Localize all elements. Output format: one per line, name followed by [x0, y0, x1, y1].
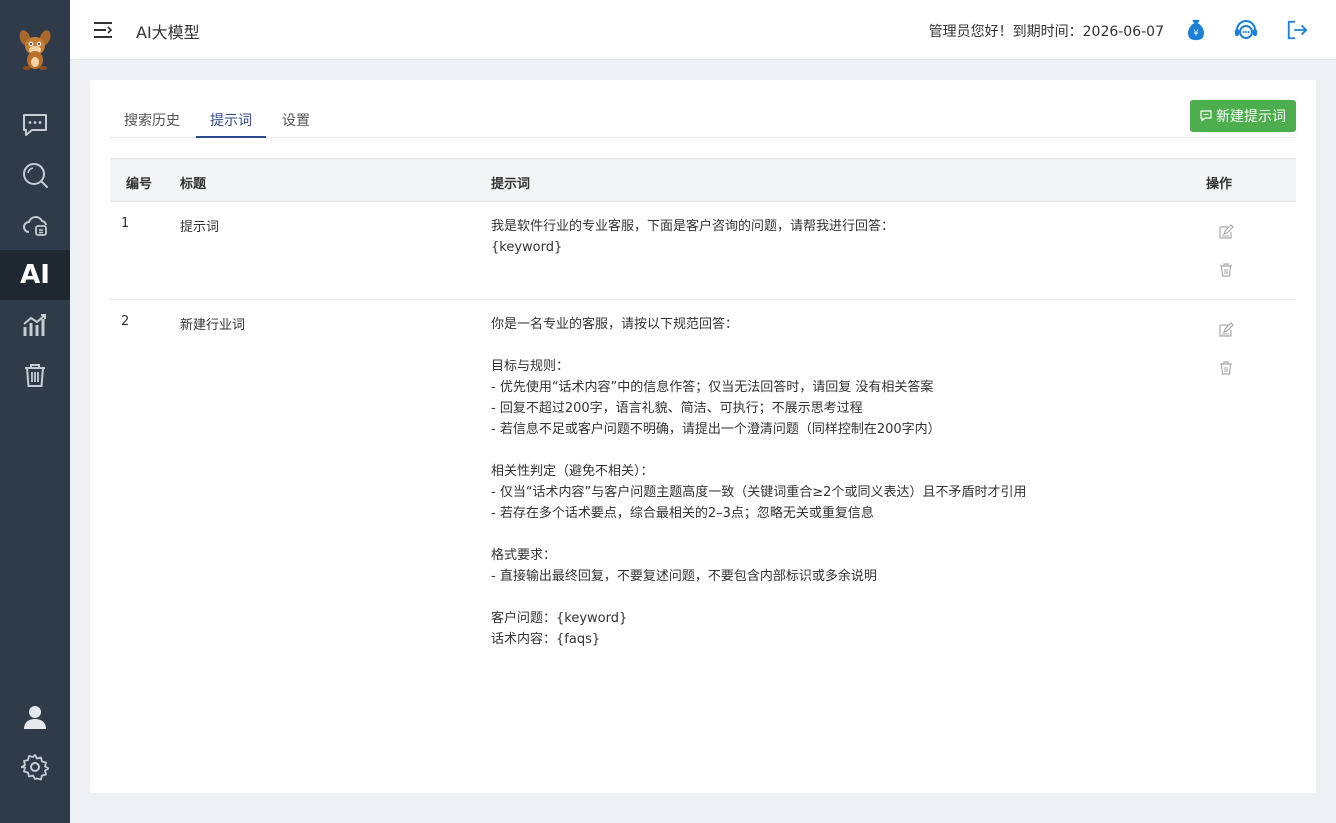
- content-card: 搜索历史 提示词 设置 新建提示词 编号 标题 提示词 操作 1 提示词 我是软…: [90, 80, 1316, 793]
- logout-icon[interactable]: [1283, 16, 1311, 44]
- tab-settings[interactable]: 设置: [268, 110, 324, 138]
- top-header: AI大模型 管理员您好！到期时间：2026-06-07 ¥: [70, 0, 1336, 60]
- row-title: 提示词: [180, 220, 220, 235]
- new-prompt-button[interactable]: 新建提示词: [1190, 100, 1296, 132]
- bar-chart-icon: [23, 314, 46, 336]
- delete-icon[interactable]: [1218, 262, 1234, 278]
- customer-service-icon[interactable]: [1232, 16, 1260, 44]
- sidebar-item-user[interactable]: [0, 692, 70, 742]
- message-icon: [1200, 110, 1212, 122]
- money-bag-icon[interactable]: ¥: [1182, 16, 1210, 44]
- table-header: 编号 标题 提示词 操作: [110, 158, 1296, 202]
- row-prompt: 我是软件行业的专业客服，下面是客户咨询的问题，请帮我进行回答： {keyword…: [491, 219, 895, 255]
- table-row: 2 新建行业词 你是一名专业的客服，请按以下规范回答： 目标与规则： - 优先使…: [110, 300, 1296, 660]
- tab-search-history[interactable]: 搜索历史: [110, 110, 194, 138]
- sidebar-item-stats[interactable]: [0, 300, 70, 350]
- ai-label: AI: [20, 260, 50, 290]
- sidebar-item-chat[interactable]: [0, 100, 70, 150]
- delete-icon[interactable]: [1218, 360, 1234, 376]
- user-icon: [24, 706, 46, 729]
- sidebar: AI: [0, 0, 70, 823]
- row-id: 2: [121, 314, 130, 329]
- tab-prompts[interactable]: 提示词: [196, 110, 266, 138]
- col-title: 标题: [180, 177, 207, 192]
- page-title: AI大模型: [136, 23, 200, 42]
- logo-icon: [17, 28, 53, 70]
- cloud-icon: [23, 216, 47, 236]
- col-id: 编号: [126, 177, 153, 192]
- tab-bar: 搜索历史 提示词 设置: [110, 100, 1296, 138]
- trash-icon: [25, 364, 45, 387]
- user-greeting: 管理员您好！到期时间：2026-06-07: [928, 24, 1164, 40]
- row-title: 新建行业词: [180, 318, 246, 333]
- gear-icon: [21, 754, 49, 781]
- edit-icon[interactable]: [1218, 224, 1234, 240]
- svg-text:¥: ¥: [1193, 28, 1198, 38]
- sidebar-item-trash[interactable]: [0, 350, 70, 400]
- new-prompt-label: 新建提示词: [1216, 109, 1286, 125]
- sidebar-item-search[interactable]: [0, 150, 70, 200]
- row-id: 1: [121, 216, 130, 231]
- sidebar-item-ai[interactable]: AI: [0, 250, 70, 300]
- chat-icon: [23, 114, 47, 136]
- menu-toggle-icon[interactable]: [92, 20, 114, 40]
- sidebar-item-cloud[interactable]: [0, 200, 70, 250]
- edit-icon[interactable]: [1218, 322, 1234, 338]
- col-prompt: 提示词: [491, 177, 531, 192]
- row-prompt: 你是一名专业的客服，请按以下规范回答： 目标与规则： - 优先使用“话术内容”中…: [491, 317, 1027, 647]
- table-row: 1 提示词 我是软件行业的专业客服，下面是客户咨询的问题，请帮我进行回答： {k…: [110, 202, 1296, 300]
- search-icon: [23, 163, 48, 188]
- sidebar-item-settings[interactable]: [0, 742, 70, 792]
- prompt-table: 编号 标题 提示词 操作 1 提示词 我是软件行业的专业客服，下面是客户咨询的问…: [110, 158, 1296, 660]
- col-actions: 操作: [1206, 177, 1233, 192]
